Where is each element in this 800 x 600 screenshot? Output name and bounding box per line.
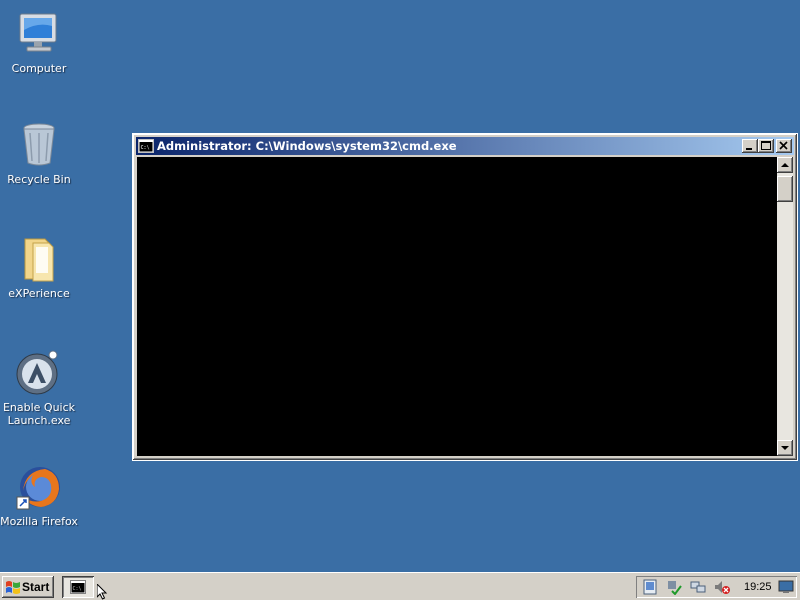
desktop[interactable]: Computer Recycle Bin eXPerience Enable Q… (0, 0, 800, 572)
arrow-down-icon (781, 446, 789, 450)
safely-remove-hardware-icon[interactable] (666, 579, 682, 595)
mouse-cursor-icon (97, 584, 108, 600)
desktop-icon-firefox[interactable]: Mozilla Firefox (0, 463, 78, 528)
vertical-scrollbar[interactable] (777, 157, 793, 456)
windows-flag-icon (6, 581, 20, 594)
taskbar-button-cmd[interactable]: C:\ (62, 576, 94, 598)
console-area[interactable] (137, 157, 777, 456)
desktop-icon-enable-quick-launch[interactable]: Enable Quick Launch.exe (0, 349, 78, 427)
desktop-icon-computer[interactable]: Computer (0, 10, 78, 75)
cmd-prompt-icon: C:\ (70, 580, 86, 594)
cmd-window[interactable]: C:\ Administrator: C:\Windows\system32\c… (132, 133, 798, 461)
minimize-button[interactable] (742, 139, 758, 153)
desktop-icon-recycle-bin[interactable]: Recycle Bin (0, 121, 78, 186)
scroll-up-button[interactable] (777, 157, 793, 173)
close-icon (779, 141, 788, 150)
arrow-up-icon (781, 163, 789, 167)
scroll-down-button[interactable] (777, 440, 793, 456)
desktop-icon-label: Computer (11, 62, 67, 75)
desktop-icon-experience[interactable]: eXPerience (0, 235, 78, 300)
start-button[interactable]: Start (2, 576, 54, 598)
computer-icon (19, 13, 57, 52)
taskbar-clock[interactable]: 19:25 (744, 576, 772, 598)
start-label: Start (22, 580, 50, 594)
window-title: Administrator: C:\Windows\system32\cmd.e… (157, 139, 457, 153)
svg-text:C:\: C:\ (141, 145, 150, 151)
taskbar: Start C:\ 19:25 (0, 572, 800, 600)
desktop-icon-label: Mozilla Firefox (0, 515, 78, 528)
desktop-icon-label: Enable Quick Launch.exe (2, 401, 76, 427)
desktop-icon-label: Recycle Bin (7, 173, 71, 186)
maximize-icon (761, 141, 771, 150)
drive-icon[interactable] (642, 579, 658, 595)
scroll-thumb[interactable] (777, 176, 793, 202)
desktop-icon-label: eXPerience (8, 287, 70, 300)
recycle-bin-icon (23, 123, 55, 166)
cmd-prompt-icon: C:\ (138, 139, 154, 153)
quick-launch-app-icon (16, 350, 58, 395)
minimize-icon (746, 148, 752, 150)
firefox-icon (16, 467, 60, 510)
desktop-icon[interactable] (778, 579, 794, 595)
close-button[interactable] (776, 139, 792, 153)
maximize-button[interactable] (758, 139, 774, 153)
cmd-window-titlebar[interactable]: C:\ Administrator: C:\Windows\system32\c… (136, 137, 794, 155)
volume-muted-icon[interactable] (714, 579, 730, 595)
svg-text:C:\: C:\ (73, 586, 82, 592)
network-icon[interactable] (690, 579, 706, 595)
system-tray: 19:25 (636, 576, 797, 598)
folder-icon (24, 238, 54, 282)
